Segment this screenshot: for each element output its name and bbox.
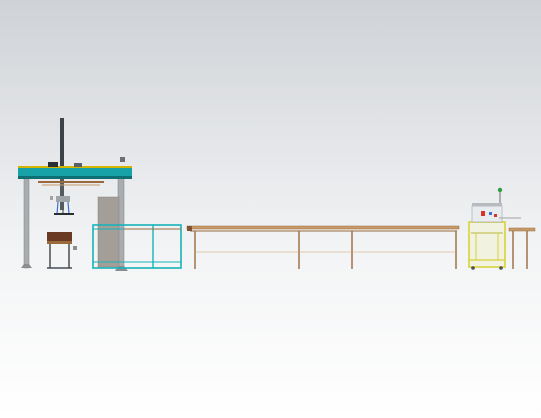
conveyor-end-cap — [187, 226, 192, 231]
cad-viewport[interactable] — [0, 0, 541, 418]
gantry-side-part — [50, 196, 53, 200]
machine-signal-light — [497, 187, 503, 193]
work-table-band — [47, 241, 72, 244]
control-cabinet-body — [97, 196, 120, 268]
gantry-top-block-2 — [74, 163, 82, 167]
work-table — [47, 232, 77, 269]
machine-accent-blue — [489, 212, 492, 215]
machine-gray-ring — [472, 203, 502, 206]
gantry-beam — [18, 168, 132, 177]
gantry-gripper-head — [56, 196, 70, 202]
machine-accent-red-2 — [494, 214, 497, 217]
machine-wheel-left — [471, 266, 475, 270]
gantry-left-foot — [21, 264, 32, 268]
gantry-gripper-finger-1 — [56, 201, 59, 215]
production-line-drawing — [18, 118, 536, 271]
outfeed-top-rail — [508, 227, 536, 232]
work-table-sidebox — [73, 246, 77, 250]
long-roller-conveyor — [186, 225, 460, 269]
gantry-left-column — [23, 177, 30, 269]
conveyor-top-rail — [186, 225, 460, 230]
work-table-top — [47, 232, 72, 241]
control-cabinet — [97, 196, 120, 268]
gantry-corner-box — [120, 157, 125, 162]
machine-wheel-right — [499, 266, 503, 270]
machine-accent-red — [481, 211, 485, 216]
machine-panel — [471, 205, 503, 223]
gantry-beam-shadow — [18, 176, 132, 179]
gantry-gripper-plate — [54, 213, 74, 215]
outfeed-conveyor — [508, 227, 536, 269]
gantry-mast — [60, 118, 64, 170]
gantry-gripper-finger-3 — [67, 201, 70, 215]
gantry-top-block — [48, 162, 58, 167]
